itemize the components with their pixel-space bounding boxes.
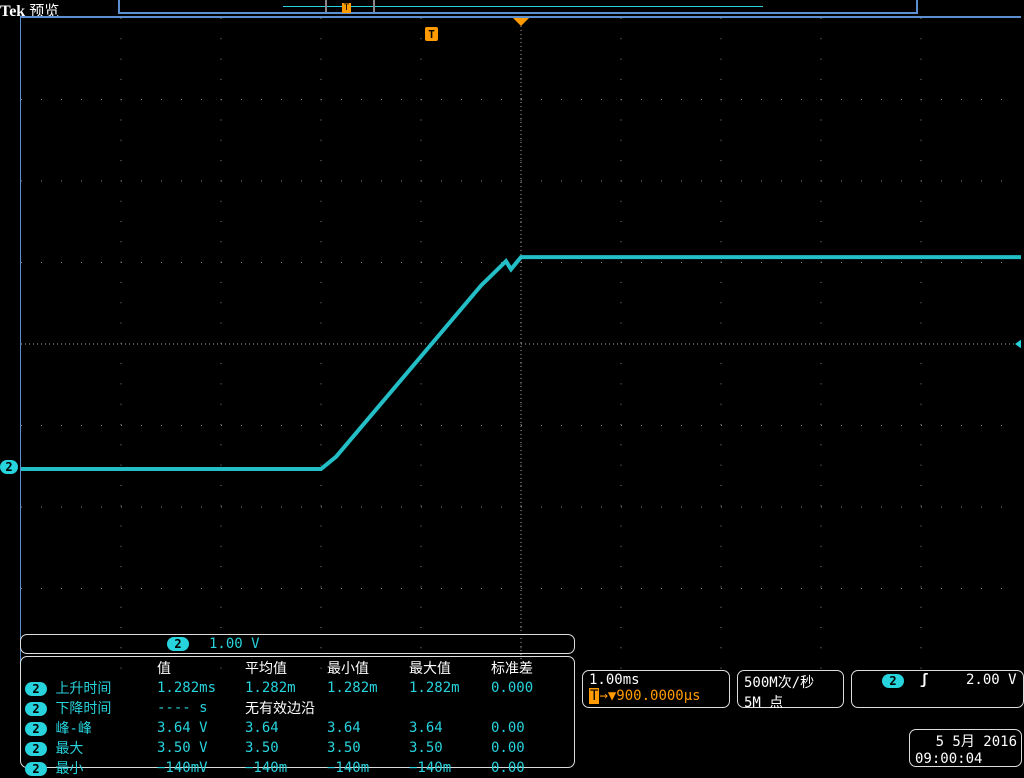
measurement-name: 峰-峰 <box>55 721 92 737</box>
timebase-box[interactable]: 1.00ms T→▼900.0000µs <box>582 670 730 708</box>
measurement-value: −140mV <box>157 760 208 776</box>
col-header: 标准差 <box>491 661 533 677</box>
measurement-panel[interactable]: 值 平均值 最小值 最大值 标准差 2 上升时间 1.282ms 1.282m 1.282m 1… <box>20 656 575 777</box>
measurement-value: 0.00 <box>491 740 525 756</box>
channel-2-waveform <box>21 255 1021 471</box>
date: 5 5月 2016 <box>935 734 1017 750</box>
measurement-value: −140m <box>245 760 288 776</box>
measurement-value: 0.00 <box>491 720 525 736</box>
measurement-value: 无有效边沿 <box>245 701 315 717</box>
measurement-value: 3.50 V <box>157 740 208 756</box>
channel-2-scale-box[interactable]: 2 1.00 V <box>20 634 575 654</box>
measurement-name: 最小 <box>55 761 84 777</box>
col-header: 最大值 <box>409 661 451 677</box>
measurement-value: ---- s <box>157 700 208 716</box>
measurement-row[interactable]: 2 峰-峰 3.64 V 3.64 3.64 3.64 0.00 <box>21 718 537 738</box>
channel-2-ground-marker[interactable]: 2 <box>0 460 18 474</box>
measurement-name: 最大 <box>55 741 84 757</box>
measurement-value: 1.282m <box>409 680 460 696</box>
measurement-value: −140m <box>327 760 370 776</box>
sample-rate: 500M次/秒 <box>744 675 815 691</box>
trigger-source-badge: 2 <box>882 674 904 688</box>
measurement-value <box>323 698 405 718</box>
measurement-row[interactable]: 2 最大 3.50 V 3.50 3.50 3.50 0.00 <box>21 738 537 758</box>
channel-badge: 2 <box>25 722 47 736</box>
horizontal-delay: →▼900.0000µs <box>599 688 701 704</box>
measurement-row[interactable]: 2 上升时间 1.282ms 1.282m 1.282m 1.282m 0.000 <box>21 678 537 698</box>
record-overview[interactable]: T <box>118 0 918 14</box>
col-header: 值 <box>157 661 171 677</box>
measurement-value: 3.64 <box>327 720 361 736</box>
col-header: 最小值 <box>327 661 369 677</box>
trigger-icon: T <box>589 688 600 704</box>
channel-badge: 2 <box>25 702 47 716</box>
time: 09:00:04 <box>915 751 983 767</box>
channel-badge: 2 <box>25 682 47 696</box>
measurement-value: −140m <box>409 760 452 776</box>
trigger-position-marker <box>513 18 529 26</box>
datetime-box[interactable]: 5 5月 2016 09:00:04 <box>909 729 1022 767</box>
measurement-name: 上升时间 <box>55 681 112 697</box>
acquisition-box[interactable]: 500M次/秒 5M 点 <box>737 670 844 711</box>
measurement-value: 0.000 <box>491 680 534 696</box>
channel-badge: 2 <box>25 742 47 756</box>
measurement-value: 1.282m <box>245 680 296 696</box>
measurement-value: 3.64 <box>409 720 443 736</box>
measurement-value: 0.00 <box>491 760 525 776</box>
channel-badge: 2 <box>25 762 47 776</box>
measurement-value: 3.50 <box>409 740 443 756</box>
trigger-level-marker <box>1015 339 1021 349</box>
measurement-value <box>405 698 487 718</box>
measurement-name: 下降时间 <box>55 701 112 717</box>
measurement-value: 3.64 <box>245 720 279 736</box>
measurement-row[interactable]: 2 下降时间 ---- s 无有效边沿 <box>21 698 537 718</box>
channel-badge: 2 <box>167 637 189 651</box>
col-header: 平均值 <box>245 661 287 677</box>
measurement-value: 1.282ms <box>157 680 217 696</box>
record-length: 5M 点 <box>744 695 784 711</box>
horizontal-scale: 1.00ms <box>589 672 640 688</box>
svg-text:T: T <box>428 28 435 41</box>
measurement-value: 3.64 V <box>157 720 208 736</box>
graticule[interactable]: T <box>20 16 1021 670</box>
trigger-box[interactable]: 2 ʃ 2.00 V <box>851 670 1024 708</box>
measurement-value <box>487 698 537 718</box>
measurement-value: 1.282m <box>327 680 378 696</box>
measurement-row[interactable]: 2 最小 −140mV −140m −140m −140m 0.00 <box>21 758 537 778</box>
measurement-value: 3.50 <box>327 740 361 756</box>
trigger-level: 2.00 V <box>966 672 1017 688</box>
trigger-position-icon: T <box>342 3 351 13</box>
rising-edge-icon: ʃ <box>920 672 929 688</box>
channel-scale: 1.00 V <box>209 636 260 652</box>
measurement-value: 3.50 <box>245 740 279 756</box>
